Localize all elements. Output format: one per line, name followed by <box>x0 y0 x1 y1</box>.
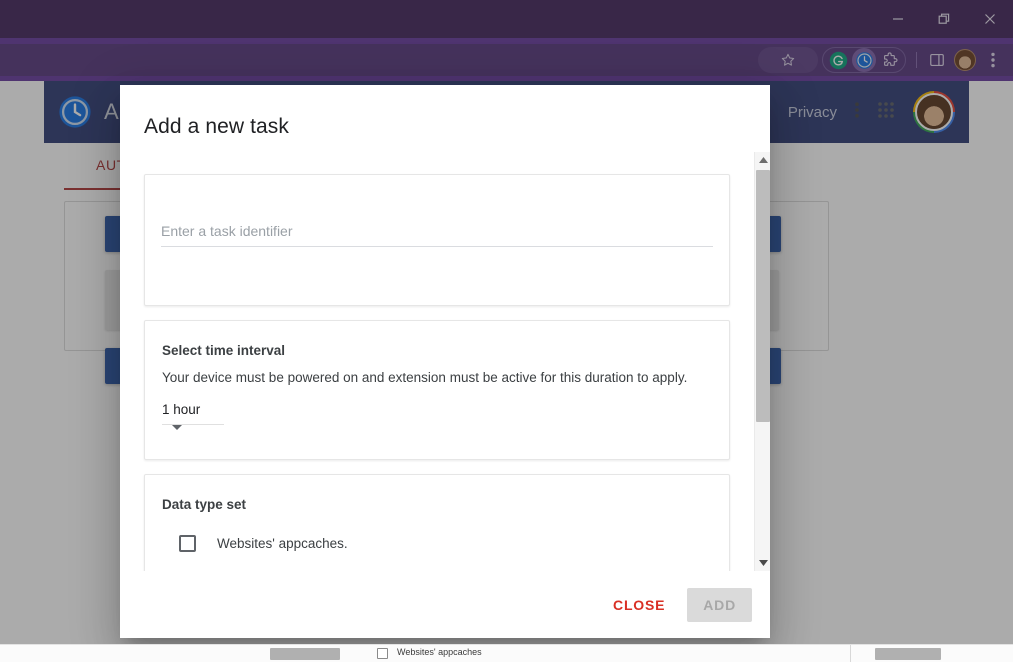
data-type-set-section: Data type set Websites' appcaches. The b… <box>144 474 730 571</box>
dialog-actions: CLOSE ADD <box>120 571 770 638</box>
screen-root: A Privacy AUT Add a new task Enter a tas… <box>0 0 1013 662</box>
time-interval-description: Your device must be powered on and exten… <box>162 370 688 385</box>
dialog-scroll-area: Select time interval Your device must be… <box>120 152 754 571</box>
dialog-scrollbar[interactable] <box>754 152 770 571</box>
browser-window: A Privacy AUT Add a new task Enter a tas… <box>0 0 1013 648</box>
checkbox-label-appcaches: Websites' appcaches. <box>217 536 348 551</box>
time-interval-selected-value: 1 hour <box>162 402 201 417</box>
time-interval-title: Select time interval <box>162 343 286 358</box>
time-interval-section: Select time interval Your device must be… <box>144 320 730 460</box>
add-task-dialog: Add a new task Select time interval Your… <box>120 85 770 638</box>
scroll-up-arrow-icon[interactable] <box>755 152 770 168</box>
chevron-down-icon <box>172 425 182 430</box>
time-interval-select[interactable]: 1 hour <box>162 401 224 437</box>
close-button[interactable]: CLOSE <box>599 588 679 622</box>
task-input-wrapper <box>161 223 713 247</box>
background-page-bottom-strip: Websites' appcaches <box>0 644 1013 662</box>
checkbox-appcaches[interactable] <box>179 535 196 552</box>
background-checkbox-label: Websites' appcaches <box>397 647 482 657</box>
dialog-content: Select time interval Your device must be… <box>120 152 770 571</box>
dialog-title: Add a new task <box>144 115 289 138</box>
task-identifier-input[interactable] <box>161 223 713 246</box>
add-button[interactable]: ADD <box>687 587 752 622</box>
dialog-scrollbar-thumb[interactable] <box>756 170 770 422</box>
checkbox-row-appcaches[interactable]: Websites' appcaches. <box>179 535 348 552</box>
task-input-underline <box>161 246 713 247</box>
scroll-down-arrow-icon[interactable] <box>755 555 770 571</box>
task-identifier-section <box>144 174 730 306</box>
time-interval-select-underline <box>162 424 224 425</box>
data-type-set-title: Data type set <box>162 497 247 512</box>
